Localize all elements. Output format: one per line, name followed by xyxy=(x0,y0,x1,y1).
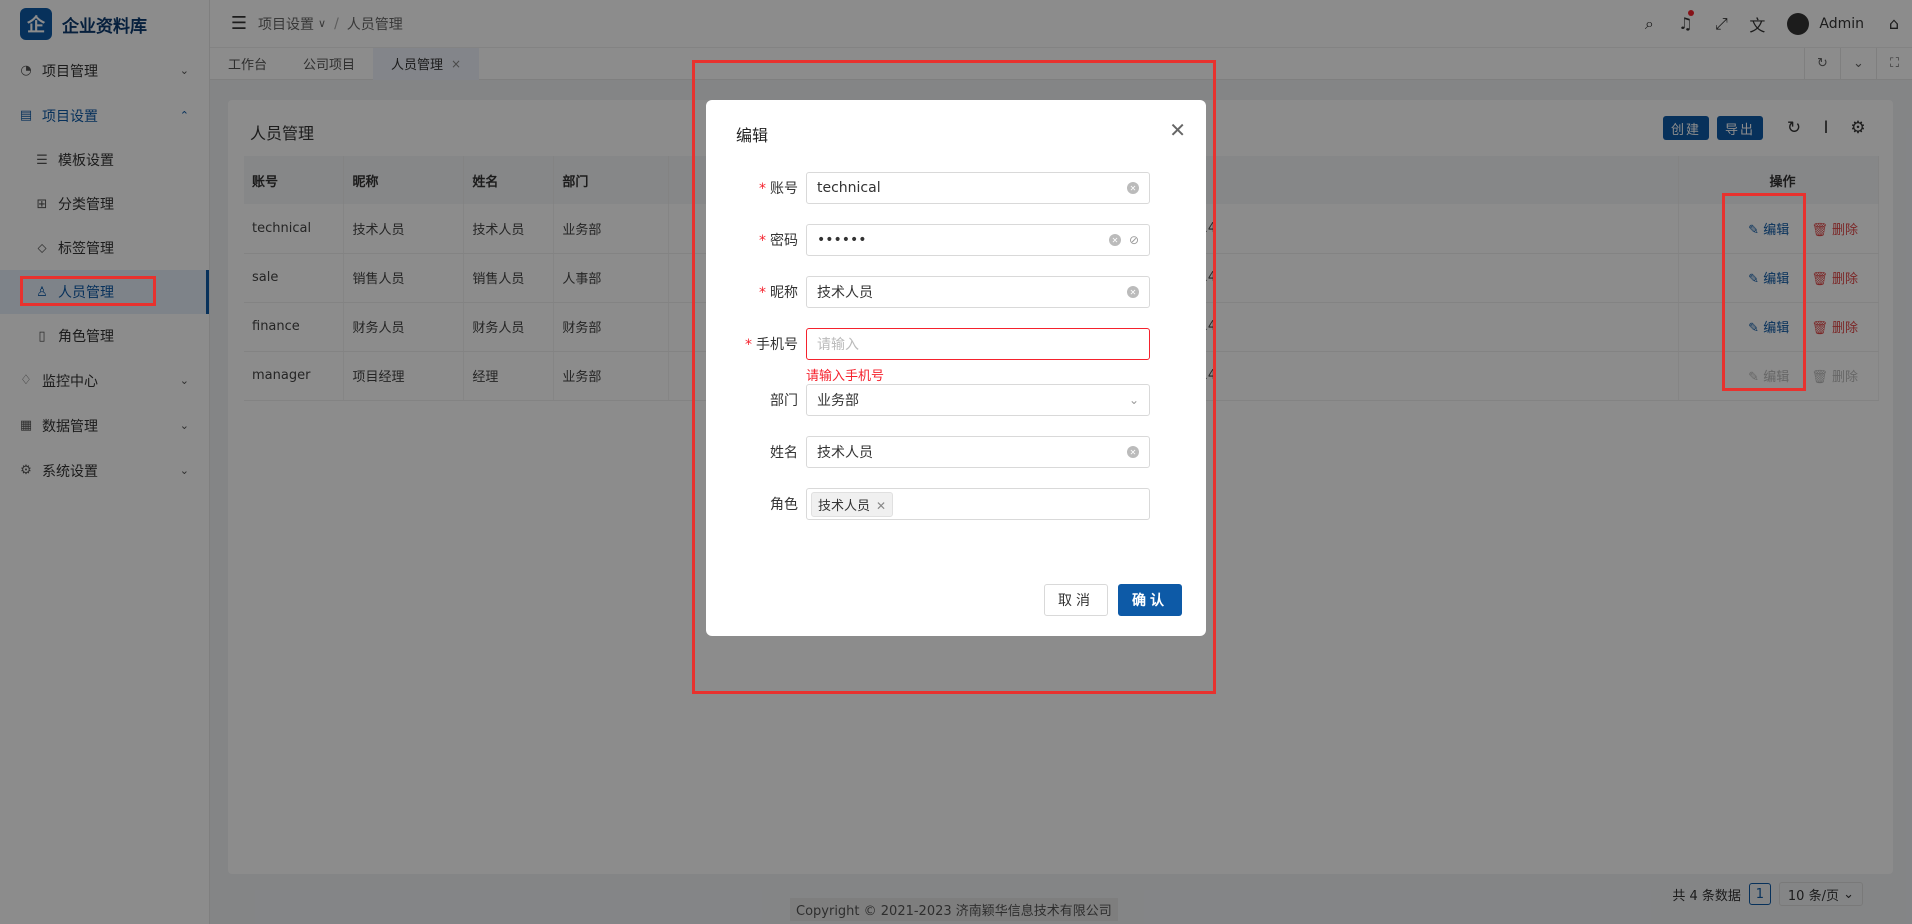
highlight-box-dialog xyxy=(692,60,1216,694)
highlight-box-edit-column xyxy=(1722,193,1806,391)
highlight-box-sidebar xyxy=(20,276,156,306)
